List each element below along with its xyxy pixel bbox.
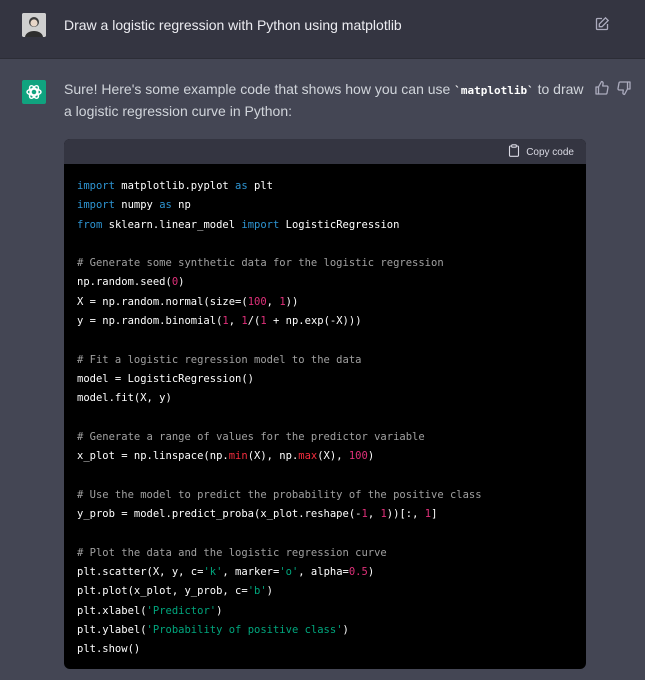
code-line: model = LogisticRegression()	[77, 370, 482, 389]
code-line: import numpy as np	[77, 196, 482, 215]
intro-text-before: Sure! Here's some example code that show…	[64, 81, 455, 97]
code-token: 'Predictor'	[146, 604, 217, 617]
code-block: Copy code import matplotlib.pyplot as pl…	[64, 139, 586, 669]
code-line: from sklearn.linear_model import Logisti…	[77, 216, 482, 235]
code-token: 'Probability of positive class'	[146, 623, 343, 636]
code-line: y = np.random.binomial(1, 1/(1 + np.exp(…	[77, 312, 482, 331]
code-token: )	[342, 623, 349, 636]
code-token: as	[235, 180, 248, 192]
code-token: X = np.random.normal(size=(	[77, 295, 248, 308]
code-line: model.fit(X, y)	[77, 389, 482, 408]
code-token: )	[216, 604, 223, 617]
code-token: plt.ylabel(	[77, 623, 147, 636]
code-block-header: Copy code	[64, 139, 586, 164]
code-token: y_prob = model.predict_proba(x_plot.resh…	[77, 508, 362, 521]
code-token: , alpha=	[298, 565, 349, 578]
code-token: np.random.seed(	[77, 276, 172, 289]
code-line: import matplotlib.pyplot as plt	[77, 177, 482, 196]
code-token: ,	[228, 315, 242, 328]
code-token: 'o'	[279, 565, 299, 578]
code-line: # Use the model to predict the probabili…	[77, 486, 482, 505]
code-line: plt.scatter(X, y, c='k', marker='o', alp…	[77, 563, 482, 582]
code-token: LogisticRegression	[279, 218, 400, 231]
code-token: matplotlib.pyplot	[114, 180, 236, 192]
code-token: 100	[348, 450, 368, 463]
code-token: max	[298, 450, 318, 463]
code-line: plt.xlabel('Predictor')	[77, 602, 482, 621]
assistant-message-row: Sure! Here's some example code that show…	[0, 59, 645, 680]
code-line: plt.plot(x_plot, y_prob, c='b')	[77, 582, 482, 601]
code-token: )	[367, 565, 375, 578]
code-line: plt.ylabel('Probability of positive clas…	[77, 621, 482, 640]
thumbs-down-icon[interactable]	[616, 80, 632, 96]
code-token: # Use the model to predict the probabili…	[77, 488, 482, 501]
code-token: numpy	[114, 199, 160, 212]
code-token: ]	[431, 508, 438, 521]
code-token: (X),	[317, 450, 349, 463]
code-token: /(	[247, 315, 261, 328]
code-token: sklearn.linear_model	[102, 218, 242, 231]
user-message-row: Draw a logistic regression with Python u…	[0, 0, 645, 59]
code-token: np	[171, 199, 191, 212]
code-token: )	[266, 585, 273, 598]
code-token: 'b'	[247, 585, 267, 598]
code-token: + np.exp(-X)))	[266, 315, 362, 328]
code-token: 'k'	[203, 565, 223, 578]
thumbs-up-icon[interactable]	[594, 80, 610, 96]
chatgpt-logo-icon	[22, 80, 46, 104]
code-line: y_prob = model.predict_proba(x_plot.resh…	[77, 505, 482, 524]
code-token: )	[178, 276, 185, 289]
code-token: , marker=	[222, 565, 280, 578]
clipboard-icon	[508, 144, 520, 160]
code-token: import	[241, 218, 280, 231]
code-line: np.random.seed(0)	[77, 273, 482, 292]
code-token: model = LogisticRegression()	[77, 372, 255, 385]
code-token: ,	[266, 295, 280, 308]
user-avatar	[22, 13, 46, 37]
code-token: from	[77, 218, 103, 231]
code-line: # Fit a logistic regression model to the…	[77, 351, 482, 370]
code-token: plt	[247, 180, 273, 192]
code-token: # Fit a logistic regression model to the…	[77, 353, 362, 366]
code-token: plt.scatter(X, y, c=	[77, 565, 204, 578]
code-token: plt.xlabel(	[77, 604, 147, 617]
code-token: # Plot the data and the logistic regress…	[77, 546, 387, 559]
code-token: as	[159, 199, 172, 212]
code-line: x_plot = np.linspace(np.min(X), np.max(X…	[77, 447, 482, 466]
code-token: model.fit(X, y)	[77, 392, 172, 405]
code-token: x_plot = np.linspace(np.	[77, 450, 229, 463]
code-token: 100	[247, 295, 267, 308]
edit-icon[interactable]	[594, 16, 610, 32]
code-line: plt.show()	[77, 640, 482, 659]
code-content: import matplotlib.pyplot as plt import nu…	[77, 177, 482, 659]
code-line: X = np.random.normal(size=(100, 1))	[77, 293, 482, 312]
code-token: # Generate some synthetic data for the l…	[77, 257, 444, 270]
code-line: # Generate some synthetic data for the l…	[77, 254, 482, 273]
code-token: # Generate a range of values for the pre…	[77, 430, 425, 443]
code-token: (X), np.	[247, 450, 299, 463]
user-prompt-text: Draw a logistic regression with Python u…	[64, 17, 402, 33]
code-token: )	[367, 450, 375, 463]
code-line: # Generate a range of values for the pre…	[77, 428, 482, 447]
assistant-intro-text: Sure! Here's some example code that show…	[64, 79, 594, 122]
code-line: # Plot the data and the logistic regress…	[77, 544, 482, 563]
code-token: plt.plot(x_plot, y_prob, c=	[77, 585, 248, 598]
code-token: import	[77, 199, 115, 212]
code-token: import	[77, 180, 115, 192]
code-token: ,	[367, 508, 381, 521]
code-token: y = np.random.binomial(	[77, 315, 223, 328]
code-token: ))[:,	[386, 508, 425, 521]
copy-code-button[interactable]: Copy code	[508, 144, 574, 160]
code-token: min	[228, 450, 248, 463]
code-token: 0.5	[348, 565, 368, 578]
inline-code-matplotlib: `matplotlib`	[454, 84, 534, 97]
copy-code-label: Copy code	[526, 146, 574, 158]
code-token: ))	[285, 295, 299, 308]
code-token: plt.show()	[77, 643, 141, 656]
